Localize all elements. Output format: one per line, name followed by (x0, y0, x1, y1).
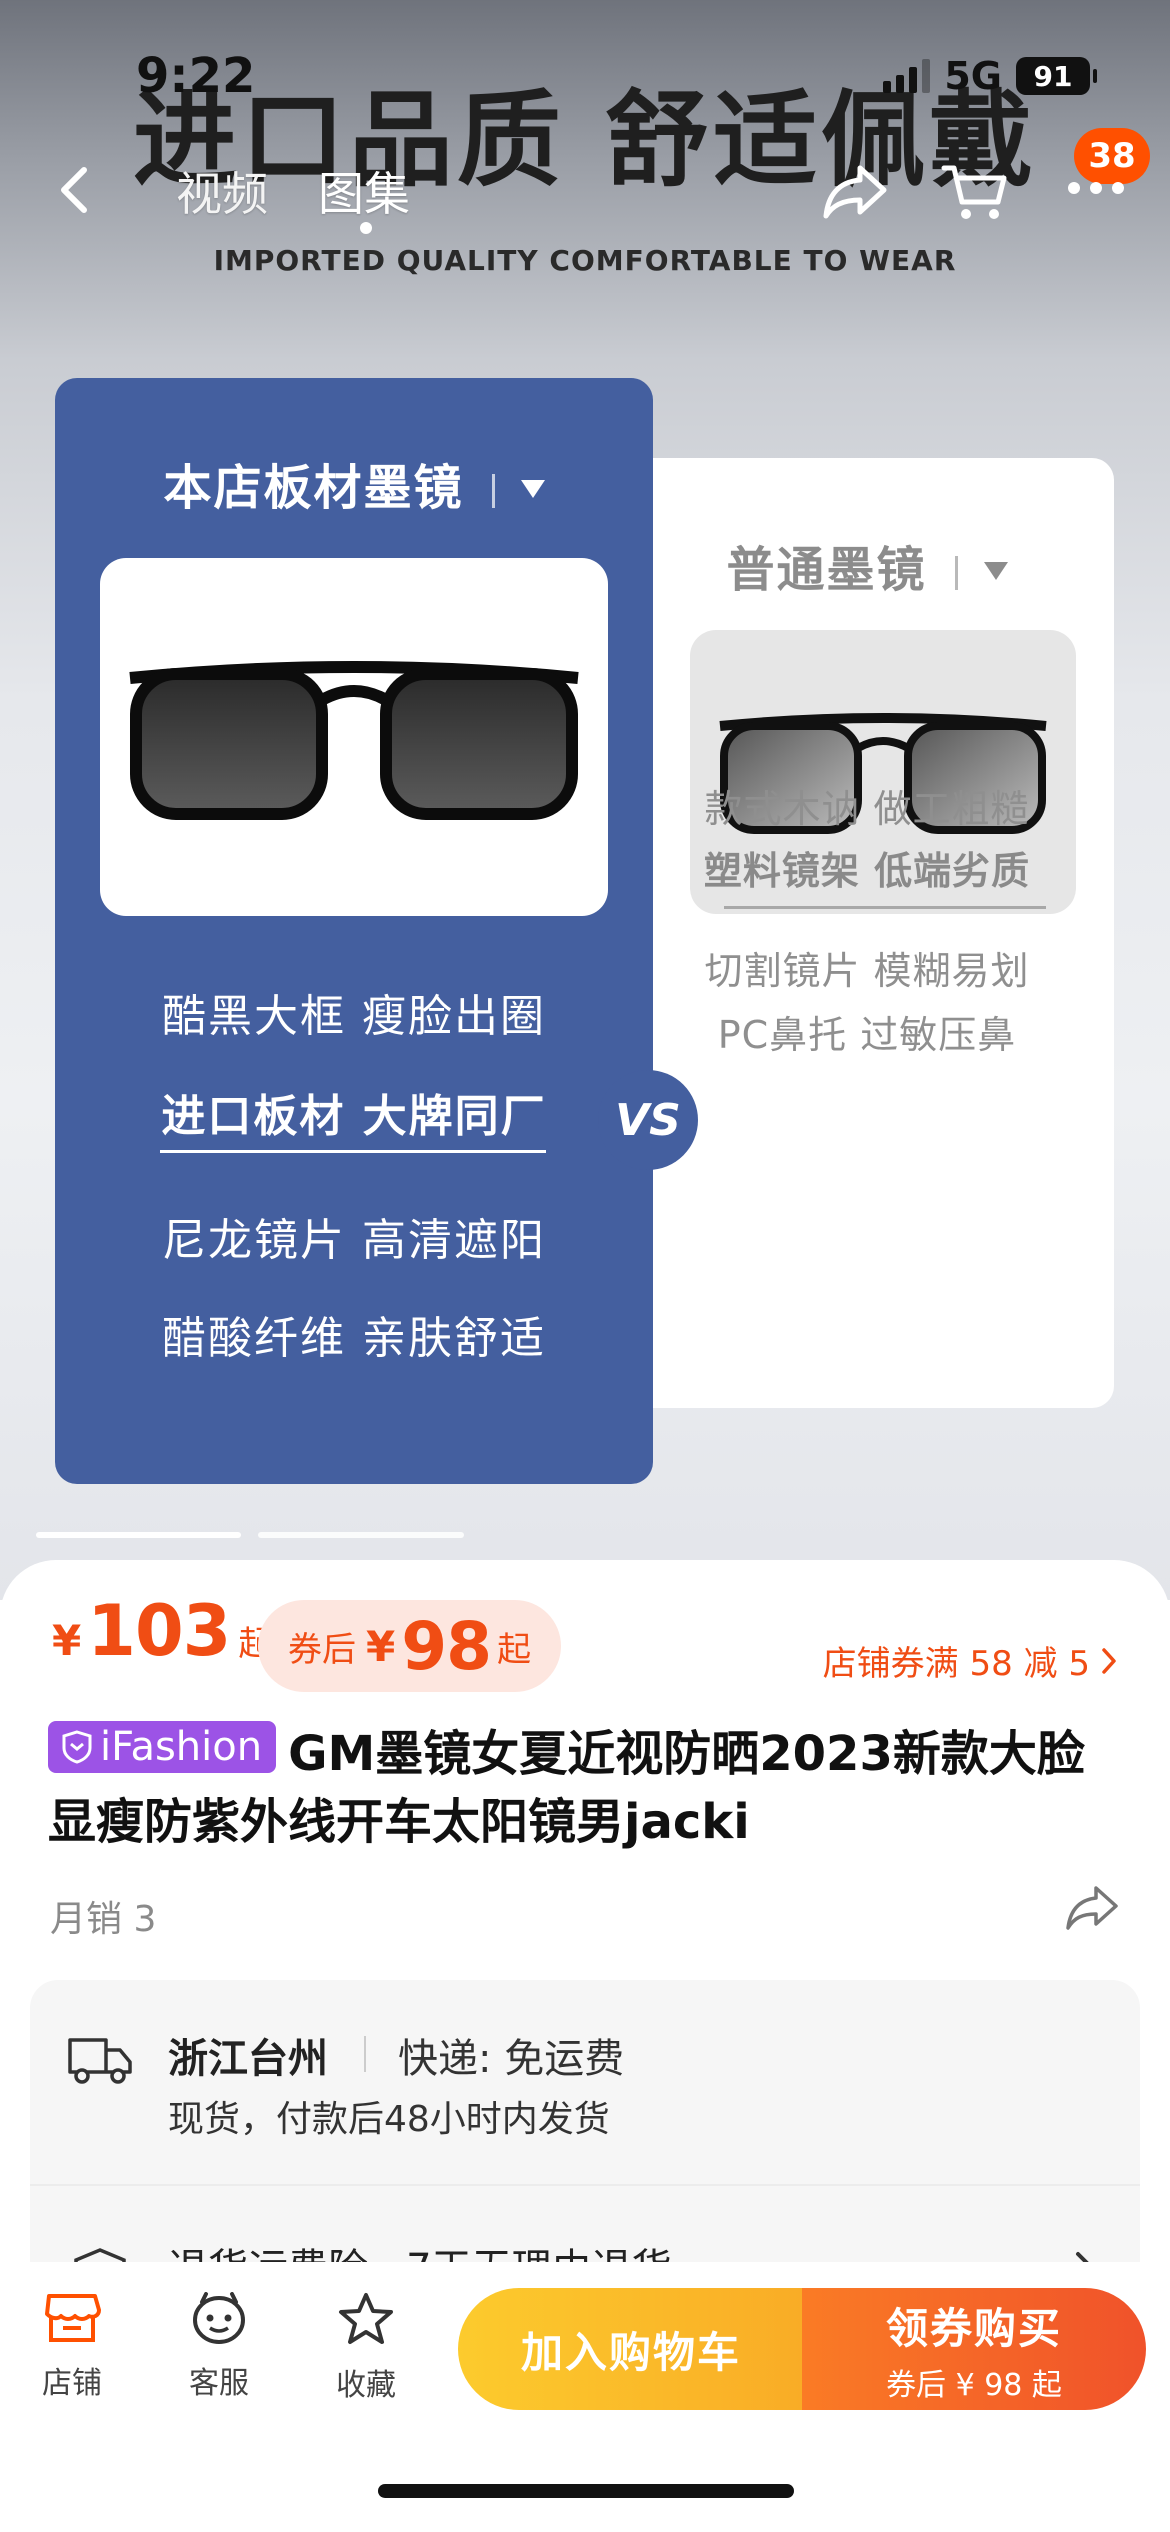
vs-badge: VS (598, 1070, 698, 1170)
status-indicators: 5G 91 (883, 54, 1097, 98)
currency-symbol: ¥ (366, 1621, 396, 1671)
store-feature: 进口板材 大牌同厂 (161, 1091, 547, 1142)
back-arrow-icon[interactable] (50, 160, 96, 220)
home-indicator[interactable] (378, 2484, 794, 2498)
product-title: iFashion GM墨镜女夏近视防晒2023新款大脸显瘦防紫外线开车太阳镜男j… (48, 1720, 1128, 1856)
ordinary-feature: 款式木讷 做工粗糙 (704, 787, 1030, 831)
dropdown-triangle-icon (983, 562, 1008, 580)
dropdown-triangle-icon (520, 480, 545, 498)
coupon-price-pill: 券后 ¥ 98 起 (258, 1600, 562, 1692)
brand-tag: iFashion (48, 1721, 277, 1773)
store-feature: 酷黑大框 瘦脸出圈 (162, 991, 546, 1042)
favorite-button[interactable]: 收藏 (306, 2292, 426, 2404)
share-icon[interactable] (820, 162, 890, 220)
shipping-method: 快递: 免运费 (398, 2036, 625, 2082)
cart-icon[interactable] (940, 160, 1010, 224)
ship-from-location: 浙江台州 (168, 2036, 328, 2082)
store-sunglasses-card: 本店板材墨镜 酷黑大框 瘦脸出圈 进口板材 大牌同厂 尼龙镜片 高清遮阳 醋酸纤… (55, 378, 653, 1484)
gallery-subheadline: IMPORTED QUALITY COMFORTABLE TO WEAR (213, 244, 957, 277)
currency-symbol: ¥ (52, 1616, 82, 1665)
brand-shield-icon (62, 1730, 92, 1764)
shipping-note: 现货，付款后48小时内发货 (168, 2099, 610, 2140)
status-time: 9:22 (136, 48, 256, 104)
add-to-cart-button[interactable]: 加入购物车 (458, 2288, 804, 2410)
cart-count-badge: 38 (1074, 128, 1150, 184)
battery-icon: 91 (1016, 57, 1097, 95)
price-value: 103 (87, 1590, 231, 1672)
price-suffix: 起 (497, 1629, 532, 1670)
store-card-title: 本店板材墨镜 (55, 448, 653, 518)
favorite-label: 收藏 (336, 2368, 396, 2403)
ordinary-feature: 切割镜片 模糊易划 (704, 949, 1030, 993)
signal-icon (883, 59, 931, 93)
buy-button-sublabel: 券后 ¥ 98 起 (886, 2367, 1062, 2403)
more-icon[interactable] (1066, 178, 1126, 198)
store-sunglasses-image (100, 558, 608, 916)
coupon-price-label: 券后 (288, 1629, 356, 1670)
customer-service-label: 客服 (189, 2366, 249, 2401)
product-info-sheet: ¥ 103 起 券后 ¥ 98 起 店铺券满 58 减 5 iFashion G… (0, 1560, 1170, 2300)
ordinary-feature: 塑料镜架 低端劣质 (703, 849, 1031, 893)
shop-coupon-link[interactable]: 店铺券满 58 减 5 (823, 1636, 1118, 1685)
store-feature: 醋酸纤维 亲肤舒适 (162, 1313, 546, 1364)
gallery-page-indicator (258, 1532, 464, 1538)
active-tab-indicator (360, 222, 372, 234)
coupon-price-value: 98 (401, 1607, 492, 1685)
price: ¥ 103 起 (52, 1590, 272, 1672)
tab-gallery[interactable]: 图集 (318, 158, 410, 224)
gallery-page-indicator (36, 1532, 241, 1538)
shipping-section[interactable]: 浙江台州 快递: 免运费 现货，付款后48小时内发货 退货运费险 · 7天无理由… (30, 1980, 1140, 2300)
customer-service-icon (193, 2292, 245, 2344)
store-feature: 尼龙镜片 高清遮阳 (162, 1215, 546, 1266)
product-gallery[interactable]: 进口品质 舒适佩戴 IMPORTED QUALITY COMFORTABLE T… (0, 0, 1170, 1600)
ordinary-card-title: 普通墨镜 (620, 530, 1114, 600)
buy-button-label: 领券购买 (885, 2303, 1062, 2353)
store-label: 店铺 (42, 2366, 102, 2401)
ordinary-feature: PC鼻托 过敏压鼻 (717, 1013, 1017, 1057)
sunglasses-icon (129, 661, 579, 820)
tab-video[interactable]: 视频 (176, 158, 268, 224)
chevron-right-icon (1102, 1647, 1116, 1674)
network-label: 5G (944, 54, 1002, 98)
monthly-sales: 月销 3 (50, 1899, 157, 1940)
ordinary-sunglasses-card: 普通墨镜 款式木讷 做工粗糙 塑料镜架 低端劣质 切割镜片 模糊易划 PC鼻托 … (620, 458, 1114, 1408)
store-button[interactable]: 店铺 (12, 2292, 132, 2402)
store-icon (45, 2294, 101, 2342)
truck-icon (68, 2038, 132, 2084)
customer-service-button[interactable]: 客服 (159, 2292, 279, 2402)
share-icon[interactable] (1064, 1884, 1120, 1932)
coupon-buy-button[interactable]: 领券购买 券后 ¥ 98 起 (802, 2288, 1146, 2410)
star-icon (339, 2293, 393, 2344)
